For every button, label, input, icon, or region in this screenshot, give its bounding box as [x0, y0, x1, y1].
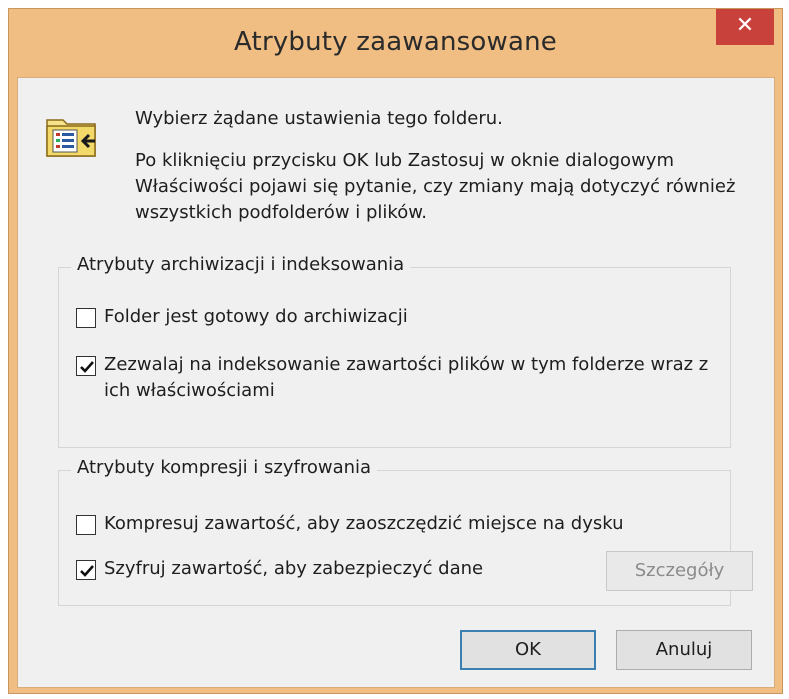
allow-indexing-checkbox[interactable] [76, 356, 96, 376]
intro-heading: Wybierz żądane ustawienia tego folderu. [135, 108, 503, 129]
intro-description: Po kliknięciu przycisku OK lub Zastosuj … [135, 150, 736, 223]
archive-index-group: Atrybuty archiwizacji i indeksowania Fol… [58, 254, 731, 448]
archive-ready-label[interactable]: Folder jest gotowy do archiwizacji [104, 304, 408, 330]
dialog-content: Wybierz żądane ustawienia tego folderu. … [17, 77, 775, 688]
archive-ready-checkbox[interactable] [76, 308, 96, 328]
close-button[interactable]: ✕ [716, 9, 774, 45]
checkmark-icon [80, 361, 94, 373]
compress-encrypt-group: Atrybuty kompresji i szyfrowania Kompres… [58, 457, 753, 606]
encrypt-checkbox[interactable] [76, 560, 96, 580]
title-bar[interactable]: Atrybuty zaawansowane ✕ [9, 9, 782, 77]
compress-label[interactable]: Kompresuj zawartość, aby zaoszczędzić mi… [104, 511, 624, 537]
archive-index-group-title: Atrybuty archiwizacji i indeksowania [71, 254, 411, 275]
allow-indexing-label[interactable]: Zezwalaj na indeksowanie zawartości plik… [104, 352, 736, 404]
compress-encrypt-group-title: Atrybuty kompresji i szyfrowania [71, 457, 378, 478]
checkmark-icon [80, 565, 94, 577]
compress-checkbox[interactable] [76, 515, 96, 535]
allow-indexing-option[interactable]: Zezwalaj na indeksowanie zawartości plik… [76, 352, 736, 404]
dialog-title: Atrybuty zaawansowane [234, 27, 557, 57]
cancel-button[interactable]: Anuluj [616, 630, 752, 670]
compress-option[interactable]: Kompresuj zawartość, aby zaoszczędzić mi… [76, 511, 624, 537]
dialog-window: Atrybuty zaawansowane ✕ Wybierz żądane u… [8, 8, 783, 694]
folder-properties-icon [45, 112, 99, 158]
archive-ready-option[interactable]: Folder jest gotowy do archiwizacji [76, 304, 408, 330]
ok-button[interactable]: OK [460, 630, 596, 670]
details-button[interactable]: Szczegóły [606, 551, 753, 591]
encrypt-option[interactable]: Szyfruj zawartość, aby zabezpieczyć dane [76, 556, 483, 582]
encrypt-label[interactable]: Szyfruj zawartość, aby zabezpieczyć dane [104, 556, 483, 582]
